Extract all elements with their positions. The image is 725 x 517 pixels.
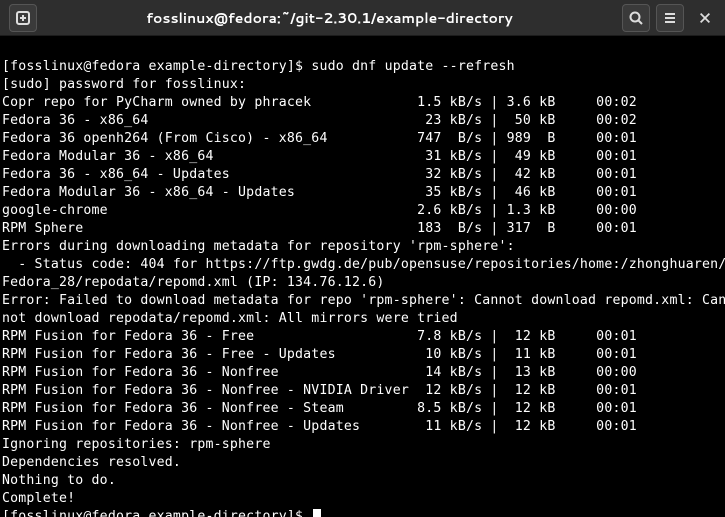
output-line: Errors during downloading metadata for r… bbox=[2, 238, 723, 256]
output-line: Complete! bbox=[2, 490, 723, 508]
menu-button[interactable] bbox=[656, 4, 684, 32]
output-line: Copr repo for PyCharm owned by phracek 1… bbox=[2, 94, 723, 112]
output-line: RPM Fusion for Fedora 36 - Nonfree - Upd… bbox=[2, 418, 723, 436]
search-button[interactable] bbox=[622, 4, 650, 32]
new-tab-button[interactable] bbox=[9, 4, 37, 32]
cursor bbox=[313, 509, 321, 517]
output-line: RPM Fusion for Fedora 36 - Nonfree - NVI… bbox=[2, 382, 723, 400]
shell-prompt: [fosslinux@fedora example-directory]$ bbox=[2, 59, 311, 74]
titlebar: fosslinux@fedora:~/git-2.30.1/example-di… bbox=[0, 0, 725, 36]
output-line: Fedora_28/repodata/repomd.xml (IP: 134.7… bbox=[2, 274, 723, 292]
hamburger-icon bbox=[662, 10, 678, 26]
output-line: RPM Fusion for Fedora 36 - Nonfree - Ste… bbox=[2, 400, 723, 418]
output-line: Fedora Modular 36 - x86_64 31 kB/s | 49 … bbox=[2, 148, 723, 166]
output-line: - Status code: 404 for https://ftp.gwdg.… bbox=[2, 256, 723, 274]
terminal-output[interactable]: [fosslinux@fedora example-directory]$ su… bbox=[0, 36, 725, 517]
search-icon bbox=[628, 10, 644, 26]
close-icon bbox=[698, 11, 712, 25]
output-line: Nothing to do. bbox=[2, 472, 723, 490]
output-line: google-chrome 2.6 kB/s | 1.3 kB 00:00 bbox=[2, 202, 723, 220]
output-line: not download repodata/repomd.xml: All mi… bbox=[2, 310, 723, 328]
output-line: Dependencies resolved. bbox=[2, 454, 723, 472]
output-line: RPM Fusion for Fedora 36 - Free - Update… bbox=[2, 346, 723, 364]
window-title: fosslinux@fedora:~/git-2.30.1/example-di… bbox=[40, 8, 619, 28]
output-line: RPM Sphere 183 B/s | 317 B 00:01 bbox=[2, 220, 723, 238]
output-line: RPM Fusion for Fedora 36 - Free 7.8 kB/s… bbox=[2, 328, 723, 346]
plus-icon bbox=[15, 10, 31, 26]
output-line: Error: Failed to download metadata for r… bbox=[2, 292, 723, 310]
output-line: RPM Fusion for Fedora 36 - Nonfree 14 kB… bbox=[2, 364, 723, 382]
output-line: [sudo] password for fosslinux: bbox=[2, 76, 723, 94]
shell-prompt: [fosslinux@fedora example-directory]$ bbox=[2, 509, 311, 517]
output-line: Fedora 36 openh264 (From Cisco) - x86_64… bbox=[2, 130, 723, 148]
close-button[interactable] bbox=[691, 4, 719, 32]
output-line: Fedora Modular 36 - x86_64 - Updates 35 … bbox=[2, 184, 723, 202]
command-text: sudo dnf update --refresh bbox=[311, 59, 515, 74]
output-line: Fedora 36 - x86_64 23 kB/s | 50 kB 00:02 bbox=[2, 112, 723, 130]
output-line: Ignoring repositories: rpm-sphere bbox=[2, 436, 723, 454]
output-line: Fedora 36 - x86_64 - Updates 32 kB/s | 4… bbox=[2, 166, 723, 184]
